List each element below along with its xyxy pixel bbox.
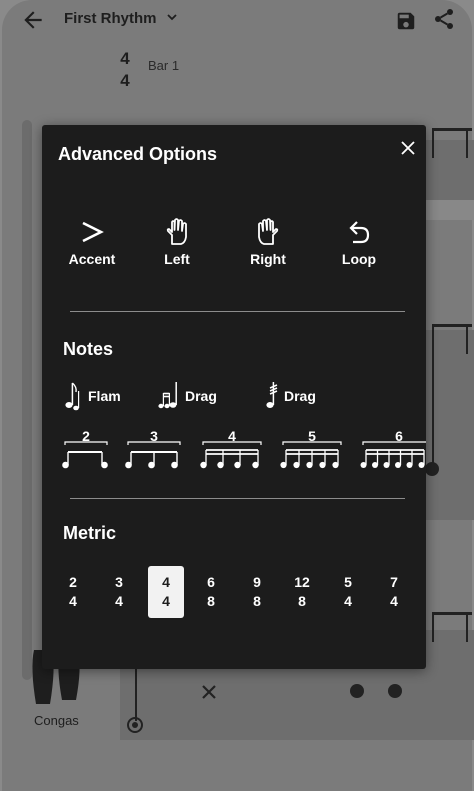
- time-signature-top: 4: [120, 49, 130, 68]
- flam-label: Flam: [88, 388, 121, 404]
- metric-top: 2: [69, 574, 77, 590]
- metric-2-4[interactable]: 2 4: [55, 566, 91, 618]
- muted-note-icon: [202, 685, 216, 699]
- loop-icon: [349, 221, 370, 244]
- metric-bottom: 8: [253, 593, 261, 609]
- left-hand-option[interactable]: Left: [137, 217, 217, 267]
- metric-bottom: 4: [69, 593, 77, 609]
- metric-6-8[interactable]: 6 8: [193, 566, 229, 618]
- metric-top: 9: [253, 574, 261, 590]
- metric-5-4[interactable]: 5 4: [330, 566, 366, 618]
- instrument-label: Congas: [34, 713, 79, 728]
- stem-line: [466, 612, 468, 642]
- stem-line: [466, 128, 468, 158]
- close-icon[interactable]: [397, 137, 419, 159]
- drag-label: Drag: [185, 388, 217, 404]
- tuplet-number: 3: [150, 428, 158, 444]
- tuplet-number: 6: [395, 428, 403, 444]
- track-rail: [22, 120, 32, 680]
- tuplet-number: 5: [308, 428, 316, 444]
- ring-note-icon: [127, 717, 143, 733]
- note-dot: [388, 684, 402, 698]
- stem-line: [432, 324, 434, 464]
- flam-icon: [65, 382, 80, 411]
- tuplet-4[interactable]: 4: [200, 425, 264, 475]
- tuplet-2[interactable]: 2: [62, 425, 110, 475]
- back-arrow-icon[interactable]: [20, 7, 46, 33]
- metric-top: 7: [390, 574, 398, 590]
- left-hand-icon: [166, 218, 187, 245]
- tuplet-row: 2 3 4 5 6: [62, 425, 426, 475]
- time-signature-bottom: 4: [120, 71, 130, 90]
- stem-line: [135, 669, 137, 721]
- metric-bottom: 8: [207, 593, 215, 609]
- loop-option[interactable]: Loop: [319, 217, 399, 267]
- metric-3-4[interactable]: 3 4: [101, 566, 137, 618]
- metric-bottom: 8: [298, 593, 306, 609]
- metric-top: 4: [162, 574, 170, 590]
- share-icon[interactable]: [432, 7, 456, 31]
- metric-bottom: 4: [115, 593, 123, 609]
- metric-bottom: 4: [390, 593, 398, 609]
- metric-bottom: 4: [162, 593, 170, 609]
- metric-heading: Metric: [63, 523, 117, 543]
- accent-icon: [82, 221, 104, 243]
- divider: [70, 311, 405, 312]
- metric-7-4[interactable]: 7 4: [376, 566, 412, 618]
- metric-top: 3: [115, 574, 123, 590]
- rhythm-title[interactable]: First Rhythm: [64, 10, 157, 27]
- metric-9-8[interactable]: 9 8: [239, 566, 275, 618]
- advanced-options-dialog: Advanced Options Accent Left Right Loop …: [42, 125, 426, 669]
- save-icon[interactable]: [395, 10, 417, 32]
- stem-line: [432, 128, 434, 158]
- metric-top: 6: [207, 574, 215, 590]
- notes-heading: Notes: [63, 339, 114, 359]
- right-hand-option[interactable]: Right: [228, 217, 308, 267]
- note-dot: [425, 462, 439, 476]
- metric-12-8[interactable]: 12 8: [284, 566, 320, 618]
- tremolo-drag-icon: [266, 382, 278, 408]
- time-signature: 4 4: [118, 48, 132, 92]
- metric-top: 5: [344, 574, 352, 590]
- top-bar: First Rhythm: [0, 0, 474, 40]
- tuplet-5[interactable]: 5: [280, 425, 344, 475]
- divider: [70, 498, 405, 499]
- accent-label: Accent: [68, 251, 116, 267]
- tuplet-3[interactable]: 3: [125, 425, 183, 475]
- note-dot: [350, 684, 364, 698]
- right-hand-icon: [258, 218, 279, 245]
- tuplet-number: 4: [228, 428, 236, 444]
- stem-line: [432, 612, 434, 642]
- metric-bottom: 4: [344, 593, 352, 609]
- right-label: Right: [250, 251, 286, 267]
- stem-line: [466, 324, 468, 354]
- drag-option[interactable]: Drag: [157, 379, 223, 411]
- metric-top: 12: [294, 574, 310, 590]
- bar-label: Bar 1: [148, 58, 180, 73]
- left-label: Left: [164, 251, 190, 267]
- flam-option[interactable]: Flam: [64, 379, 126, 411]
- chevron-down-icon[interactable]: [166, 11, 178, 23]
- metric-4-4[interactable]: 4 4: [148, 566, 184, 618]
- tuplet-6[interactable]: 6: [360, 425, 426, 475]
- tuplet-number: 2: [82, 428, 90, 444]
- loop-label: Loop: [341, 251, 377, 267]
- drag-icon: [158, 382, 177, 409]
- dialog-title: Advanced Options: [58, 144, 218, 164]
- tremolo-drag-option[interactable]: Drag: [264, 379, 328, 411]
- tremolo-drag-label: Drag: [284, 388, 316, 404]
- accent-option[interactable]: Accent: [52, 217, 132, 267]
